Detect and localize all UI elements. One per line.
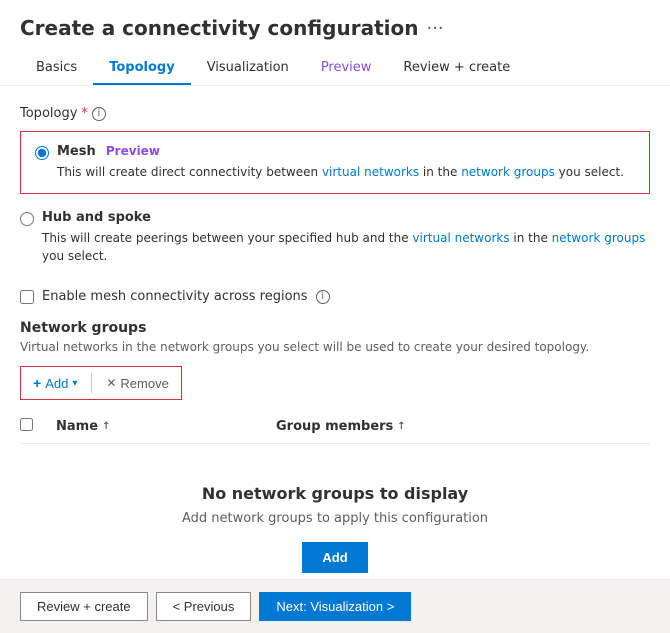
footer: Review + create < Previous Next: Visuali… bbox=[0, 579, 670, 633]
add-label: Add bbox=[45, 376, 68, 391]
plus-icon: + bbox=[33, 375, 41, 391]
network-groups-section: Network groups Virtual networks in the n… bbox=[20, 320, 650, 579]
empty-add-button[interactable]: Add bbox=[302, 542, 367, 573]
mesh-connectivity-label: Enable mesh connectivity across regions bbox=[42, 289, 308, 304]
empty-title: No network groups to display bbox=[40, 484, 630, 503]
x-icon: ✕ bbox=[106, 376, 116, 390]
mesh-link-virtual-networks[interactable]: virtual networks bbox=[322, 165, 419, 179]
table-col-members: Group members ↑ bbox=[276, 419, 406, 434]
hub-spoke-description: This will create peerings between your s… bbox=[42, 229, 650, 265]
table-select-all[interactable] bbox=[20, 418, 56, 435]
mesh-checkbox-row: Enable mesh connectivity across regions … bbox=[20, 289, 650, 304]
header: Create a connectivity configuration ··· … bbox=[0, 0, 670, 86]
content-area: Topology * i Mesh Preview This will crea… bbox=[0, 86, 670, 579]
remove-button[interactable]: ✕ Remove bbox=[100, 372, 174, 395]
mesh-label: Mesh bbox=[57, 144, 96, 159]
empty-desc: Add network groups to apply this configu… bbox=[40, 511, 630, 526]
add-button[interactable]: + Add ▾ bbox=[27, 371, 83, 395]
mesh-option-box: Mesh Preview This will create direct con… bbox=[20, 131, 650, 194]
mesh-connectivity-info-icon[interactable]: i bbox=[316, 290, 330, 304]
hub-spoke-radio-option: Hub and spoke This will create peerings … bbox=[20, 210, 650, 265]
table-col-name: Name ↑ bbox=[56, 419, 276, 434]
mesh-link-network-groups[interactable]: network groups bbox=[461, 165, 555, 179]
hub-spoke-label-group: Hub and spoke This will create peerings … bbox=[42, 210, 650, 265]
select-all-checkbox[interactable] bbox=[20, 418, 33, 431]
members-sort-icon[interactable]: ↑ bbox=[397, 421, 405, 432]
review-create-button[interactable]: Review + create bbox=[20, 592, 148, 621]
topology-info-icon[interactable]: i bbox=[92, 107, 106, 121]
empty-state: No network groups to display Add network… bbox=[20, 444, 650, 579]
toolbar-divider bbox=[91, 373, 92, 393]
tab-basics[interactable]: Basics bbox=[20, 52, 93, 85]
network-groups-toolbar: + Add ▾ ✕ Remove bbox=[20, 366, 182, 400]
chevron-down-icon: ▾ bbox=[72, 378, 77, 389]
col-members-label: Group members bbox=[276, 419, 393, 434]
page-wrapper: Create a connectivity configuration ··· … bbox=[0, 0, 670, 633]
tabs-nav: Basics Topology Visualization Preview Re… bbox=[20, 52, 650, 85]
page-title: Create a connectivity configuration bbox=[20, 16, 418, 40]
mesh-radio-input[interactable] bbox=[35, 146, 49, 160]
topology-options: Mesh Preview This will create direct con… bbox=[20, 131, 650, 273]
network-groups-title: Network groups bbox=[20, 320, 650, 336]
mesh-description: This will create direct connectivity bet… bbox=[57, 163, 624, 181]
topology-label-text: Topology bbox=[20, 106, 77, 121]
tab-review-create[interactable]: Review + create bbox=[387, 52, 526, 85]
next-button[interactable]: Next: Visualization > bbox=[259, 592, 411, 621]
mesh-label-group: Mesh Preview This will create direct con… bbox=[57, 144, 624, 181]
mesh-connectivity-checkbox[interactable] bbox=[20, 290, 34, 304]
hub-spoke-option-box: Hub and spoke This will create peerings … bbox=[20, 202, 650, 273]
tab-topology[interactable]: Topology bbox=[93, 52, 190, 85]
tab-visualization[interactable]: Visualization bbox=[191, 52, 305, 85]
network-groups-desc: Virtual networks in the network groups y… bbox=[20, 340, 650, 354]
mesh-radio-option: Mesh Preview This will create direct con… bbox=[35, 144, 635, 181]
required-marker: * bbox=[81, 106, 88, 121]
previous-button[interactable]: < Previous bbox=[156, 592, 252, 621]
col-name-label: Name bbox=[56, 419, 98, 434]
hub-spoke-label: Hub and spoke bbox=[42, 210, 151, 225]
remove-label: Remove bbox=[120, 376, 168, 391]
hub-spoke-link-network-groups[interactable]: network groups bbox=[552, 231, 646, 245]
name-sort-icon[interactable]: ↑ bbox=[102, 421, 110, 432]
tab-preview[interactable]: Preview bbox=[305, 52, 388, 85]
title-dots: ··· bbox=[426, 18, 443, 39]
topology-label: Topology * i bbox=[20, 106, 650, 121]
mesh-preview-badge: Preview bbox=[106, 144, 160, 158]
hub-spoke-link-virtual-networks[interactable]: virtual networks bbox=[412, 231, 509, 245]
hub-spoke-radio-input[interactable] bbox=[20, 212, 34, 226]
table-header: Name ↑ Group members ↑ bbox=[20, 410, 650, 444]
title-row: Create a connectivity configuration ··· bbox=[20, 16, 650, 40]
